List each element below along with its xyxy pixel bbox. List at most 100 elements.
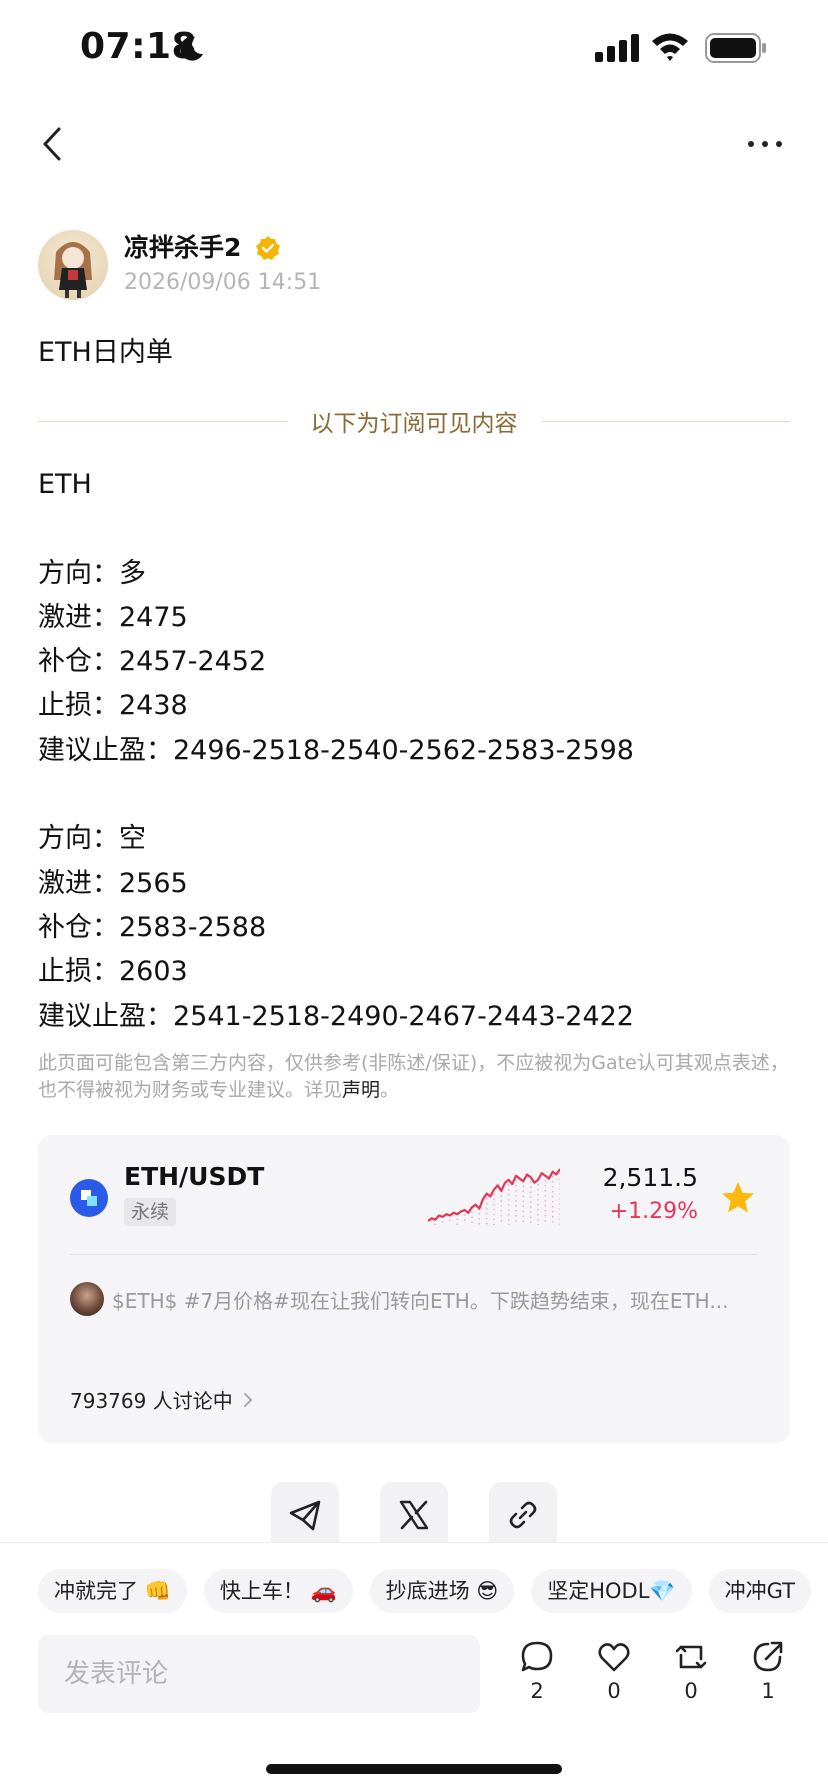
- heart-icon: [598, 1643, 630, 1672]
- market-card[interactable]: ETH/USDT 永续 2,511.5 +1.29% $ETH$ #7月价格#现…: [38, 1135, 790, 1443]
- disclaimer-text: 此页面可能包含第三方内容，仅供参考(非陈述/保证)，不应被视为Gate认可其观点…: [38, 1052, 789, 1101]
- sparkline-fill-dot: [485, 1207, 488, 1210]
- share-telegram-button[interactable]: [271, 1482, 339, 1548]
- sparkline-fill-dot: [522, 1195, 525, 1198]
- sparkline-fill-dot: [493, 1203, 495, 1206]
- sparkline-fill-dot: [485, 1202, 488, 1205]
- eth-coin-icon: [70, 1179, 108, 1217]
- content-line: 止损：2603: [38, 956, 188, 988]
- sparkline-fill-dot: [522, 1210, 525, 1213]
- sparkline-fill-dot: [537, 1184, 539, 1186]
- copy-link-button[interactable]: [489, 1482, 557, 1548]
- sparkline-fill-dot: [544, 1189, 547, 1192]
- disclaimer: 此页面可能包含第三方内容，仅供参考(非陈述/保证)，不应被视为Gate认可其观点…: [38, 1050, 790, 1104]
- disclaimer-link[interactable]: 声明: [342, 1079, 380, 1101]
- comment-button[interactable]: 2: [508, 1639, 566, 1719]
- sparkline-fill-dot: [478, 1212, 481, 1215]
- quick-reply-tag[interactable]: 冲冲GT: [708, 1569, 811, 1613]
- sparkline-fill-dot: [500, 1200, 503, 1202]
- sparkline-fill-dot: [515, 1214, 517, 1217]
- sparkline-fill-dot: [507, 1209, 510, 1211]
- sparkline-fill-dot: [463, 1219, 466, 1221]
- sparkline-fill-dot: [522, 1200, 525, 1203]
- sparkline-fill-dot: [493, 1223, 495, 1225]
- share-button[interactable]: 1: [739, 1639, 797, 1719]
- back-button[interactable]: [30, 122, 74, 166]
- sparkline-fill-dot: [507, 1224, 510, 1225]
- status-bar: 07:18: [0, 0, 828, 100]
- sparkline-fill-dot: [529, 1201, 532, 1204]
- sparkline-fill-dot: [485, 1217, 488, 1220]
- sparkline-fill-dot: [544, 1209, 547, 1212]
- sparkline-fill-dot: [493, 1218, 495, 1221]
- author-name[interactable]: 凉拌杀手2: [124, 228, 241, 264]
- sparkline-fill-dot: [515, 1204, 517, 1207]
- sparkline-fill-dot: [529, 1191, 532, 1194]
- market-price: 2,511.5: [602, 1163, 698, 1192]
- sparkline-fill-dot: [507, 1184, 510, 1186]
- sparkline-fill-dot: [485, 1197, 488, 1200]
- sparkline-fill-dot: [493, 1213, 495, 1216]
- like-button[interactable]: 0: [585, 1639, 643, 1719]
- quick-reply-tag[interactable]: 坚定HODL💎: [531, 1569, 692, 1613]
- content-line: 补仓：2457-2452: [38, 646, 267, 678]
- quick-reply-tag[interactable]: 冲就完了 👊: [38, 1569, 187, 1613]
- sparkline-fill-dot: [463, 1214, 466, 1216]
- sparkline-fill-dot: [529, 1196, 532, 1199]
- sparkline-fill-dot: [507, 1199, 510, 1201]
- sparkline-fill-dot: [551, 1210, 554, 1213]
- quick-reply-tag[interactable]: 抄底进场 😎: [369, 1569, 515, 1613]
- quick-reply-tag[interactable]: 快上车！ 🚗: [203, 1569, 353, 1613]
- sparkline-fill-dot: [500, 1210, 503, 1212]
- sparkline-fill-dot: [559, 1183, 560, 1185]
- share-row: [271, 1482, 557, 1548]
- sparkline-fill-dot: [551, 1215, 554, 1218]
- discussion-count: 793769 人讨论中: [70, 1389, 233, 1413]
- sparkline-fill-dot: [515, 1184, 517, 1187]
- sparkline-fill-dot: [529, 1181, 532, 1184]
- sparkline-fill-dot: [515, 1219, 517, 1222]
- author-avatar[interactable]: [38, 230, 108, 300]
- sparkline-fill-dot: [500, 1215, 503, 1217]
- sparkline-fill-dot: [544, 1179, 547, 1182]
- sparkline-fill-dot: [529, 1206, 532, 1209]
- post-actions: 2 0 0 1: [508, 1639, 798, 1719]
- card-divider: [70, 1254, 758, 1255]
- sparkline-fill-dot: [537, 1209, 539, 1211]
- share-arrow-icon: [753, 1641, 783, 1672]
- share-count: 1: [761, 1679, 775, 1703]
- more-options-button[interactable]: [740, 122, 790, 166]
- sparkline-fill-dot: [544, 1204, 547, 1207]
- price-sparkline: [428, 1168, 560, 1225]
- battery-icon: [705, 33, 766, 63]
- sparkline-fill-dot: [537, 1224, 539, 1225]
- sparkline-fill-dot: [507, 1194, 510, 1196]
- comment-input[interactable]: 发表评论: [38, 1635, 480, 1713]
- author-header: 凉拌杀手2 2026/09/06 14:51: [38, 228, 798, 300]
- sparkline-fill-dot: [493, 1193, 495, 1196]
- sparkline-fill-dot: [529, 1211, 532, 1214]
- discussion-link[interactable]: 793769 人讨论中: [70, 1385, 253, 1414]
- like-count: 0: [607, 1679, 621, 1703]
- sparkline-fill-dot: [515, 1209, 517, 1212]
- content-line: 激进：2565: [38, 867, 188, 899]
- content-blank-line: [38, 507, 798, 551]
- sparkline-fill-dot: [544, 1194, 547, 1197]
- sparkline-fill-dot: [471, 1216, 473, 1219]
- feed-preview[interactable]: $ETH$ #7月价格#现在让我们转向ETH。下跌趋势结束，现在ETH...: [112, 1285, 752, 1314]
- repost-button[interactable]: 0: [662, 1639, 720, 1719]
- chevron-left-icon: [43, 127, 61, 161]
- more-dot: [762, 141, 768, 147]
- sparkline-fill-dot: [478, 1217, 481, 1220]
- share-x-button[interactable]: [380, 1482, 448, 1548]
- sparkline-fill-dot: [522, 1185, 525, 1188]
- favorite-star-icon[interactable]: [720, 1180, 756, 1216]
- quick-reply-tags: 冲就完了 👊 快上车！ 🚗 抄底进场 😎 坚定HODL💎 冲冲GT: [38, 1569, 811, 1613]
- post-content: ETH 方向：多 激进：2475 补仓：2457-2452 止损：2438 建议…: [38, 463, 798, 1039]
- repost-icon: [675, 1645, 707, 1669]
- comment-count: 2: [530, 1679, 544, 1703]
- bottom-panel: 冲就完了 👊 快上车！ 🚗 抄底进场 😎 坚定HODL💎 冲冲GT 发表评论 2…: [0, 1542, 828, 1792]
- divider-line: [541, 420, 790, 422]
- sparkline-fill-dot: [522, 1205, 525, 1208]
- sparkline-fill-dot: [493, 1208, 495, 1211]
